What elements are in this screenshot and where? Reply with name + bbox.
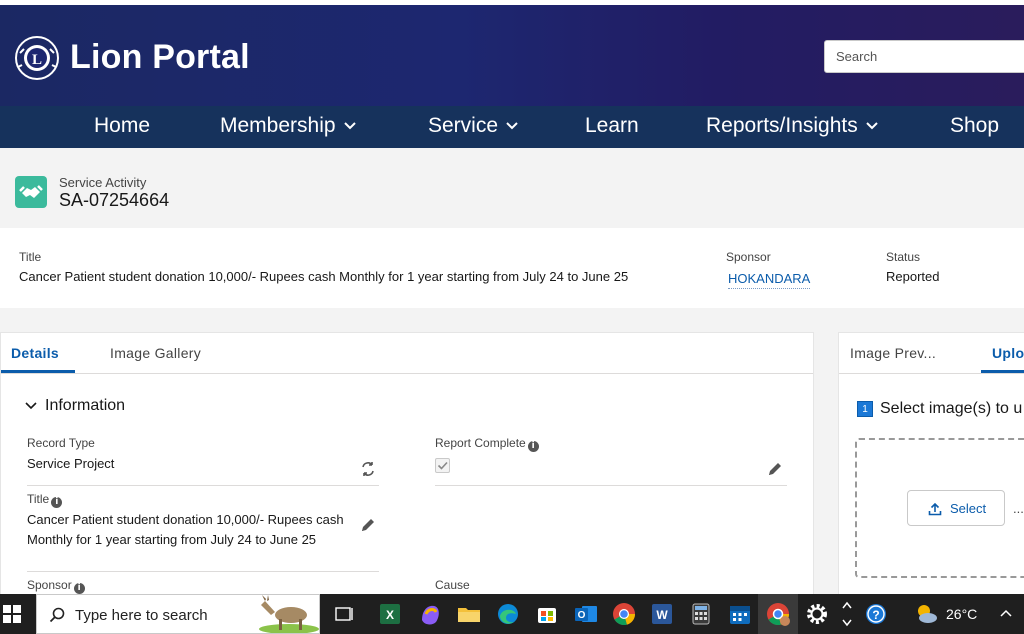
weather-partly-cloudy-icon[interactable]	[912, 600, 940, 628]
svg-text:X: X	[386, 608, 394, 622]
store-icon[interactable]	[533, 600, 561, 628]
details-card: Details Image Gallery Information Record…	[0, 332, 814, 602]
taskbar-search-placeholder: Type here to search	[75, 607, 208, 624]
calculator-icon[interactable]	[687, 600, 715, 628]
report-complete-checkbox	[435, 458, 450, 473]
handshake-icon	[15, 176, 47, 208]
info-sponsor-label-text: Sponsor	[27, 578, 72, 592]
field-divider	[27, 485, 379, 486]
field-divider	[27, 571, 379, 572]
chevron-down-icon	[25, 402, 37, 409]
info-icon[interactable]: i	[51, 497, 63, 508]
information-section-toggle[interactable]: Information	[25, 397, 125, 415]
more-text: ...	[1013, 501, 1024, 516]
tab-details[interactable]: Details	[11, 345, 59, 361]
file-explorer-icon[interactable]	[455, 600, 483, 628]
nav-item-reports-insights[interactable]: Reports/Insights	[706, 114, 878, 138]
sponsor-link[interactable]: HOKANDARA	[728, 271, 811, 289]
info-sponsor-label: Sponsor i	[27, 578, 85, 594]
search-icon	[49, 607, 65, 623]
info-title-value: Cancer Patient student donation 10,000/-…	[27, 512, 344, 547]
nav-item-label: Service	[428, 114, 499, 137]
main-nav: Home Membership Service Learn Reports/In…	[0, 106, 1024, 148]
report-complete-label-text: Report Complete	[435, 436, 526, 450]
windows-taskbar: Type here to search X O W ? 26°C	[0, 594, 1024, 634]
step-number-badge: 1	[857, 401, 873, 417]
image-upload-card: Image Prev... Uplo 1 Select image(s) to …	[838, 332, 1024, 602]
info-title-label: Title i	[27, 492, 63, 508]
nav-item-label: Reports/Insights	[706, 114, 858, 137]
windows-start-icon[interactable]	[3, 605, 21, 623]
checkmark-icon	[437, 461, 448, 470]
record-name: SA-07254664	[59, 190, 170, 210]
tab-image-preview[interactable]: Image Prev...	[850, 345, 936, 361]
portal-brand-title[interactable]: Lion Portal	[70, 38, 250, 77]
chevron-down-icon	[343, 122, 356, 130]
nav-item-home[interactable]: Home	[94, 114, 150, 138]
record-type-value: Service Project	[27, 456, 115, 471]
report-complete-label: Report Complete i	[435, 436, 539, 452]
task-view-icon[interactable]	[330, 600, 358, 628]
nav-item-label: Shop	[950, 114, 1000, 137]
taskbar-search-box[interactable]: Type here to search	[36, 594, 320, 634]
info-title-label-text: Title	[27, 492, 50, 506]
outlook-icon[interactable]: O	[572, 600, 600, 628]
copilot-icon[interactable]	[416, 600, 444, 628]
nav-item-label: Learn	[585, 114, 639, 137]
chrome-profile-icon[interactable]	[764, 600, 792, 628]
pencil-edit-icon[interactable]	[360, 517, 376, 533]
nav-item-label: Home	[94, 114, 151, 137]
portal-header: L Lion Portal	[0, 5, 1024, 106]
nav-item-service[interactable]: Service	[428, 114, 518, 138]
chrome-icon[interactable]	[610, 600, 638, 628]
nav-item-label: Membership	[220, 114, 336, 137]
calendar-icon[interactable]	[726, 600, 754, 628]
word-icon[interactable]: W	[648, 600, 676, 628]
record-object-label: Service Activity	[59, 175, 147, 190]
info-cause-label: Cause	[435, 578, 470, 592]
select-images-button[interactable]: Select	[907, 490, 1005, 526]
nav-item-shop[interactable]: Shop	[950, 114, 999, 138]
chevron-down-icon	[506, 122, 518, 130]
tab-divider	[1, 373, 813, 374]
nav-item-learn[interactable]: Learn	[585, 114, 639, 138]
field-divider	[435, 485, 787, 486]
excel-icon[interactable]: X	[376, 600, 404, 628]
svg-text:O: O	[578, 610, 586, 621]
status-label: Status	[886, 250, 921, 264]
record-type-label: Record Type	[27, 436, 95, 450]
select-button-label: Select	[950, 501, 987, 516]
tab-divider	[839, 373, 1024, 374]
title-label: Title	[19, 250, 42, 264]
information-section-title: Information	[45, 397, 126, 414]
step-instruction: Select image(s) to u	[880, 400, 1023, 417]
info-icon[interactable]: i	[73, 583, 85, 594]
chevron-down-icon	[866, 122, 878, 130]
lions-logo-icon[interactable]: L	[14, 35, 60, 81]
change-record-type-icon[interactable]	[360, 461, 376, 477]
svg-text:L: L	[32, 52, 42, 68]
edge-icon[interactable]	[494, 600, 522, 628]
title-value: Cancer Patient student donation 10,000/-…	[19, 269, 629, 284]
pencil-edit-icon[interactable]	[767, 461, 783, 477]
taskbar-scroll-icon[interactable]	[841, 596, 853, 632]
tab-upload[interactable]: Uplo	[992, 345, 1024, 361]
nav-item-membership[interactable]: Membership	[220, 114, 356, 138]
record-header: Service Activity SA-07254664	[0, 148, 1024, 228]
settings-icon[interactable]	[803, 600, 831, 628]
status-value: Reported	[886, 269, 940, 284]
highlights-panel: Title Cancer Patient student donation 10…	[0, 228, 1024, 308]
search-input[interactable]	[824, 40, 1024, 73]
svg-text:W: W	[656, 608, 668, 622]
sponsor-label: Sponsor	[726, 250, 771, 264]
show-hidden-icons-chevron-icon[interactable]	[999, 608, 1013, 618]
info-icon[interactable]: i	[527, 441, 539, 452]
weather-temperature[interactable]: 26°C	[946, 606, 977, 622]
donkey-illustration-icon	[259, 595, 319, 633]
help-icon[interactable]: ?	[862, 600, 890, 628]
svg-text:?: ?	[872, 608, 879, 622]
upload-icon	[928, 502, 942, 516]
tab-image-gallery[interactable]: Image Gallery	[110, 345, 201, 361]
